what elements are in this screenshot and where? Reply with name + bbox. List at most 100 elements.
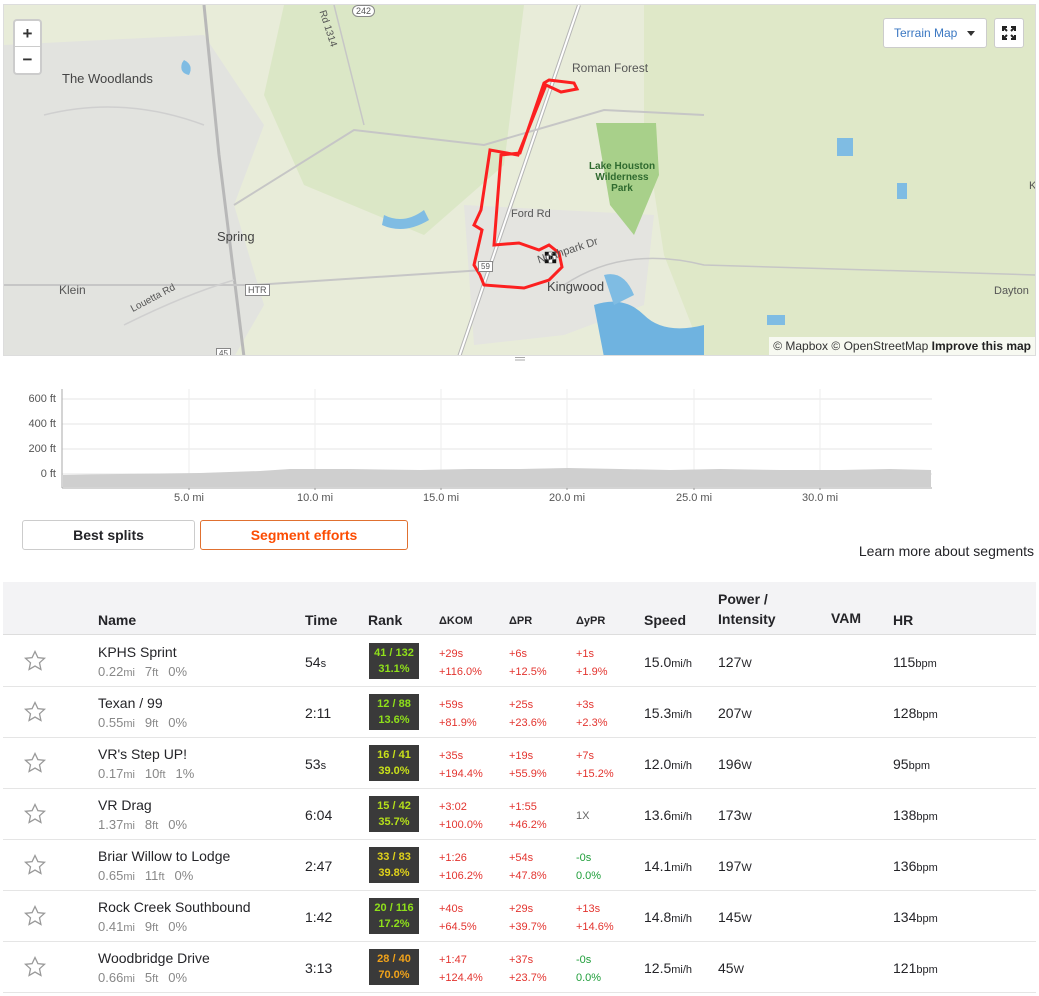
segment-distance: 0.66mi <box>98 970 135 985</box>
segment-name-link[interactable]: Briar Willow to Lodge <box>98 848 230 864</box>
segment-elevation: 5ft <box>145 970 158 985</box>
segment-speed: 12.5mi/h <box>644 960 692 976</box>
rank-badge[interactable]: 28 / 40 70.0% <box>369 949 419 985</box>
segment-name-link[interactable]: Rock Creek Southbound <box>98 899 251 915</box>
rank-badge[interactable]: 15 / 42 35.7% <box>369 796 419 832</box>
rank-badge[interactable]: 41 / 132 31.1% <box>369 643 419 679</box>
table-row[interactable]: KPHS Sprint 0.22mi 7ft 0% 54s 41 / 132 31.1% +2… <box>3 636 1036 687</box>
delta-kom-time: +29s <box>439 648 464 660</box>
speed-value: 14.8 <box>644 909 672 925</box>
fullscreen-button[interactable] <box>994 18 1024 48</box>
map-label-roman-forest: Roman Forest <box>572 61 649 75</box>
hr-unit: bpm <box>916 964 938 976</box>
rank-badge[interactable]: 12 / 88 13.6% <box>369 694 419 730</box>
segment-stats: 0.22mi 7ft 0% <box>98 664 197 679</box>
col-header-name[interactable]: Name <box>98 612 136 628</box>
col-header-time[interactable]: Time <box>305 612 337 628</box>
segment-name-link[interactable]: Woodbridge Drive <box>98 950 210 966</box>
delta-ypr-percent: 0.0% <box>576 870 602 882</box>
table-row[interactable]: Rock Creek Southbound 0.41mi 9ft 0% 1:42 20 /… <box>3 891 1036 942</box>
elevation-chart[interactable]: 600 ft 400 ft 200 ft 0 ft 5.0 mi 10.0 mi… <box>20 384 940 510</box>
delta-pr-percent: +23.6% <box>509 717 547 729</box>
segment-hr: 128bpm <box>893 705 938 721</box>
table-row[interactable]: Briar Willow to Lodge 0.65mi 11ft 0% 2:47 33 … <box>3 840 1036 891</box>
table-row[interactable]: VR's Step UP! 0.17mi 10ft 1% 53s 16 / 41 39.0%… <box>3 738 1036 789</box>
table-row[interactable]: Texan / 99 0.55mi 9ft 0% 2:11 12 / 88 13.6% +59… <box>3 687 1036 738</box>
col-header-power-line1[interactable]: Power / <box>718 591 768 607</box>
attribution-osm-link[interactable]: © OpenStreetMap <box>831 339 928 353</box>
hr-value: 138 <box>893 807 917 823</box>
park-label-line-2: Wilderness <box>595 172 649 183</box>
hr-value: 121 <box>893 960 917 976</box>
segment-grade: 0% <box>174 868 194 883</box>
segment-power: 207W <box>718 705 752 721</box>
col-header-dypr[interactable]: ΔyPR <box>576 615 605 627</box>
segment-grade: 0% <box>168 919 188 934</box>
col-header-dpr[interactable]: ΔPR <box>509 615 532 627</box>
table-row[interactable]: Woodbridge Drive 0.66mi 5ft 0% 3:13 28 / 40 70… <box>3 942 1036 993</box>
segment-hr: 95bpm <box>893 756 930 772</box>
resize-handle-icon[interactable] <box>514 356 526 362</box>
rank-percent: 17.2% <box>378 918 410 930</box>
rank-badge[interactable]: 33 / 83 39.8% <box>369 847 419 883</box>
segment-elevation: 9ft <box>145 715 158 730</box>
delta-ypr: +1s +1.9% <box>576 645 608 681</box>
delta-ypr-percent: 0.0% <box>576 972 602 984</box>
zoom-out-button[interactable]: − <box>15 47 40 73</box>
segment-hr: 136bpm <box>893 858 938 874</box>
col-header-vam[interactable]: VAM <box>831 610 861 626</box>
attribution-mapbox-link[interactable]: © Mapbox <box>773 339 828 353</box>
star-icon[interactable] <box>23 802 47 826</box>
delta-kom: +29s +116.0% <box>439 645 482 681</box>
hr-unit: bpm <box>916 709 938 721</box>
tab-best-splits[interactable]: Best splits <box>22 520 195 550</box>
segment-name-link[interactable]: Texan / 99 <box>98 695 163 711</box>
delta-pr-time: +29s <box>509 903 534 915</box>
learn-more-segments-link[interactable]: Learn more about segments <box>859 543 1034 559</box>
segment-name-link[interactable]: KPHS Sprint <box>98 644 177 660</box>
map-type-dropdown[interactable]: Terrain Map <box>883 18 987 48</box>
rank-badge[interactable]: 20 / 116 17.2% <box>369 898 419 934</box>
tab-segment-efforts[interactable]: Segment efforts <box>200 520 408 550</box>
col-header-power-line2[interactable]: Intensity <box>718 611 776 627</box>
table-row[interactable]: VR Drag 1.37mi 8ft 0% 6:04 15 / 42 35.7% +3:02 +… <box>3 789 1036 840</box>
map-label-spring: Spring <box>217 229 255 244</box>
map-label-klein: Klein <box>59 283 86 297</box>
map-label-edge: K <box>1029 180 1036 192</box>
improve-map-link[interactable]: Improve this map <box>932 339 1031 353</box>
rank-badge[interactable]: 16 / 41 39.0% <box>369 745 419 781</box>
hr-value: 128 <box>893 705 917 721</box>
speed-value: 12.5 <box>644 960 672 976</box>
col-header-rank[interactable]: Rank <box>368 612 402 628</box>
segment-name-link[interactable]: VR Drag <box>98 797 152 813</box>
star-icon[interactable] <box>23 649 47 673</box>
zoom-in-button[interactable]: + <box>15 21 40 47</box>
delta-pr-time: +19s <box>509 750 534 762</box>
delta-pr-percent: +39.7% <box>509 921 547 933</box>
delta-ypr: +13s +14.6% <box>576 900 614 936</box>
star-icon[interactable] <box>23 904 47 928</box>
segment-elevation: 9ft <box>145 919 158 934</box>
elevation-profile-area <box>63 468 931 487</box>
hr-value: 134 <box>893 909 917 925</box>
star-icon[interactable] <box>23 955 47 979</box>
segment-speed: 12.0mi/h <box>644 756 692 772</box>
route-map[interactable]: The Woodlands Roman Forest Spring Klein … <box>3 4 1036 356</box>
star-icon[interactable] <box>23 853 47 877</box>
star-icon[interactable] <box>23 751 47 775</box>
segment-distance: 0.17mi <box>98 766 135 781</box>
col-header-dkom[interactable]: ΔKOM <box>439 615 473 627</box>
segment-elevation: 10ft <box>145 766 166 781</box>
hr-value: 136 <box>893 858 917 874</box>
col-header-speed[interactable]: Speed <box>644 612 686 628</box>
segment-hr: 115bpm <box>893 654 937 670</box>
delta-kom-time: +1:26 <box>439 852 467 864</box>
segment-name-link[interactable]: VR's Step UP! <box>98 746 187 762</box>
star-icon[interactable] <box>23 700 47 724</box>
fullscreen-icon <box>1002 26 1016 40</box>
power-value: 196 <box>718 756 742 772</box>
col-header-hr[interactable]: HR <box>893 612 913 628</box>
rank-value: 20 / 116 <box>374 902 414 914</box>
delta-kom: +35s +194.4% <box>439 747 483 783</box>
delta-pr-percent: +46.2% <box>509 819 547 831</box>
